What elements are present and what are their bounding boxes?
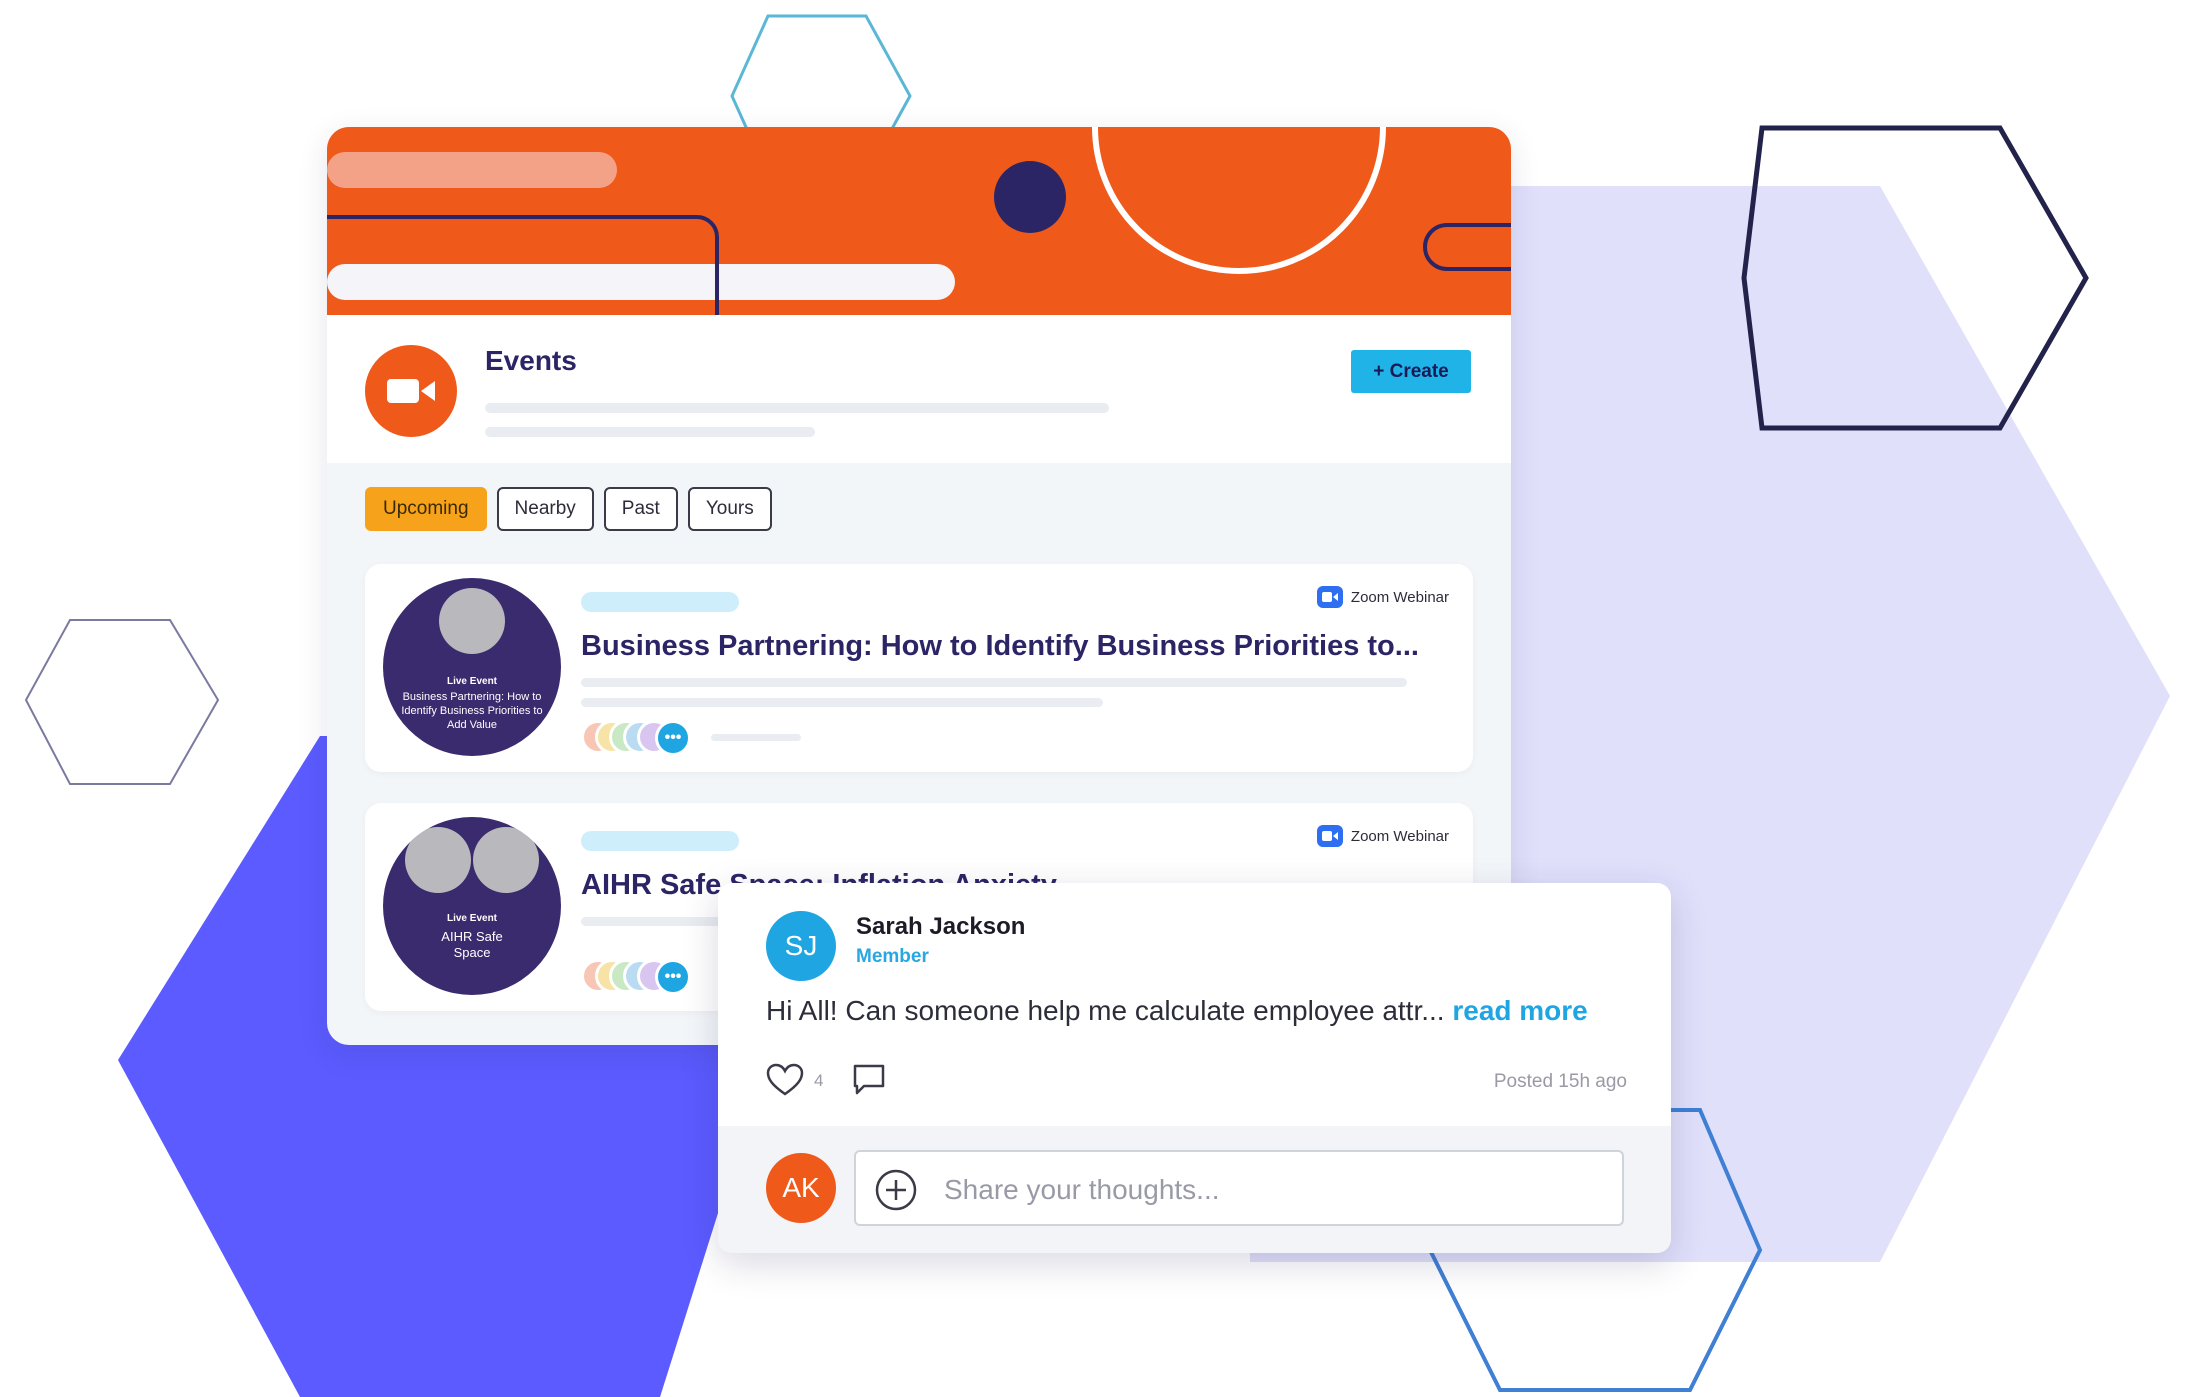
zoom-icon xyxy=(1316,586,1343,608)
author-name[interactable]: Sarah Jackson xyxy=(856,913,1025,941)
attendee-avatars[interactable]: ••• xyxy=(581,959,691,995)
events-header: Events + Create xyxy=(327,315,1511,463)
read-more-link[interactable]: read more xyxy=(1452,995,1587,1026)
category-placeholder xyxy=(581,592,739,612)
like-count: 4 xyxy=(814,1071,824,1090)
tab-nearby[interactable]: Nearby xyxy=(496,487,594,531)
comment-placeholder: Share your thoughts... xyxy=(944,1174,1220,1205)
comment-icon[interactable] xyxy=(852,1063,886,1097)
create-button[interactable]: + Create xyxy=(1351,350,1471,393)
category-placeholder xyxy=(581,831,739,851)
author-role-badge: Member xyxy=(856,946,929,967)
post-timestamp: Posted 15h ago xyxy=(1493,1071,1627,1092)
event-details-placeholder xyxy=(581,698,1103,707)
attendee-count-placeholder xyxy=(711,734,801,741)
platform-name: Zoom Webinar xyxy=(1350,588,1449,606)
gray-outline-hexagon xyxy=(24,619,220,785)
event-thumbnail: Live Event AIHR Safe Space xyxy=(383,817,561,995)
tab-upcoming[interactable]: Upcoming xyxy=(365,487,487,531)
tab-yours[interactable]: Yours xyxy=(687,487,772,531)
tab-past[interactable]: Past xyxy=(603,487,678,531)
post-text: Hi All! Can someone help me calculate em… xyxy=(766,995,1588,1027)
comment-input[interactable]: Share your thoughts... xyxy=(854,1150,1624,1226)
avatar[interactable]: SJ xyxy=(766,911,836,981)
events-tabs: Upcoming Nearby Past Yours xyxy=(365,487,772,531)
description-placeholder-line xyxy=(485,427,815,437)
more-attendees-icon[interactable]: ••• xyxy=(655,720,691,756)
attendee-avatars[interactable]: ••• xyxy=(581,720,691,756)
event-details-placeholder xyxy=(581,678,1407,687)
add-attachment-icon[interactable] xyxy=(874,1168,918,1212)
events-banner xyxy=(327,127,1511,315)
platform-name: Zoom Webinar xyxy=(1350,827,1449,845)
platform-label: Zoom Webinar xyxy=(1316,825,1449,847)
event-thumbnail: Live Event Business Partnering: How to I… xyxy=(383,578,561,756)
platform-label: Zoom Webinar xyxy=(1316,586,1449,608)
video-camera-icon xyxy=(365,345,457,437)
page-title: Events xyxy=(485,345,577,376)
description-placeholder-line xyxy=(485,403,1109,413)
more-attendees-icon[interactable]: ••• xyxy=(655,959,691,995)
avatar[interactable]: AK xyxy=(766,1153,836,1223)
post-card: SJ Sarah Jackson Member Hi All! Can some… xyxy=(718,883,1671,1253)
zoom-icon xyxy=(1316,825,1343,847)
event-title[interactable]: Business Partnering: How to Identify Bus… xyxy=(581,630,1419,663)
heart-icon[interactable] xyxy=(766,1063,804,1097)
event-list-item[interactable]: Live Event Business Partnering: How to I… xyxy=(365,564,1473,772)
post-body: Hi All! Can someone help me calculate em… xyxy=(766,995,1445,1026)
